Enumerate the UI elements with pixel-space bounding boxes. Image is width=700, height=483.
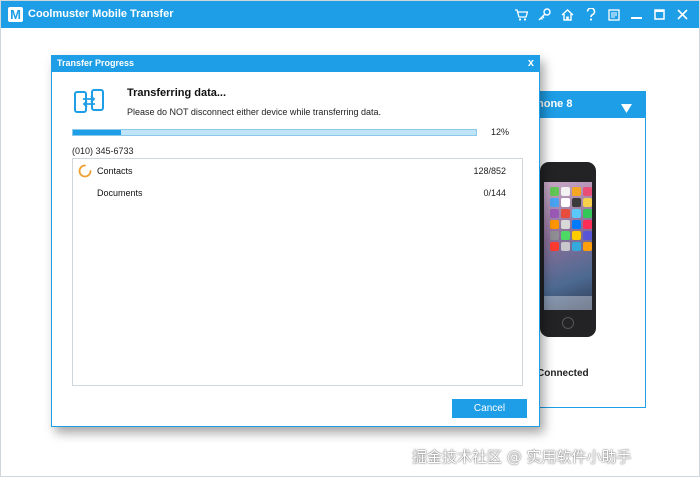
dialog-close-button[interactable]: x — [528, 57, 534, 70]
home-icon[interactable] — [559, 5, 576, 24]
transfer-icon — [74, 89, 104, 120]
phone-dock — [544, 296, 592, 310]
dialog-heading: Transferring data... — [127, 87, 227, 99]
list-item: Documents 0/144 — [73, 183, 522, 203]
phone-number: (010) 345-6733 — [72, 146, 134, 156]
progress-percent: 12% — [491, 127, 510, 137]
app-logo: M — [8, 7, 23, 22]
item-count: 128/852 — [473, 166, 506, 176]
close-icon[interactable] — [674, 5, 691, 24]
dialog-title: Transfer Progress — [57, 58, 135, 68]
watermark: 掘金技术社区 @ 实用软件小助手 — [412, 448, 632, 466]
progress-fill — [73, 130, 122, 135]
maximize-icon[interactable] — [651, 5, 668, 24]
item-count: 0/144 — [483, 188, 506, 198]
titlebar-icons — [513, 5, 691, 24]
minimize-icon[interactable] — [628, 5, 645, 24]
device-status: Connected — [537, 368, 589, 379]
dialog-title-bar: Transfer Progress x — [52, 56, 539, 72]
loading-spinner-icon — [78, 164, 92, 183]
feedback-icon[interactable] — [605, 5, 622, 24]
app-title: Coolmuster Mobile Transfer — [28, 8, 174, 20]
transfer-list: Contacts 128/852 Documents 0/144 — [72, 158, 523, 386]
chevron-down-icon[interactable] — [621, 100, 632, 118]
cancel-button[interactable]: Cancel — [452, 399, 527, 418]
dialog-subtext: Please do NOT disconnect either device w… — [127, 107, 381, 117]
phone-image — [540, 162, 596, 337]
progress-bar — [72, 129, 477, 136]
phone-home-button — [562, 317, 574, 329]
help-icon[interactable] — [582, 5, 599, 24]
item-label: Contacts — [97, 166, 133, 176]
list-item: Contacts 128/852 — [73, 161, 522, 181]
cart-icon[interactable] — [513, 5, 530, 24]
app-logo-letter: M — [10, 7, 21, 22]
transfer-progress-dialog: Transfer Progress x Transferring data...… — [51, 55, 540, 427]
app-grid — [550, 187, 592, 251]
phone-screen — [544, 182, 592, 310]
item-label: Documents — [97, 188, 143, 198]
key-icon[interactable] — [536, 5, 553, 24]
device-name: hone 8 — [537, 98, 573, 110]
title-bar: M Coolmuster Mobile Transfer — [1, 1, 699, 28]
